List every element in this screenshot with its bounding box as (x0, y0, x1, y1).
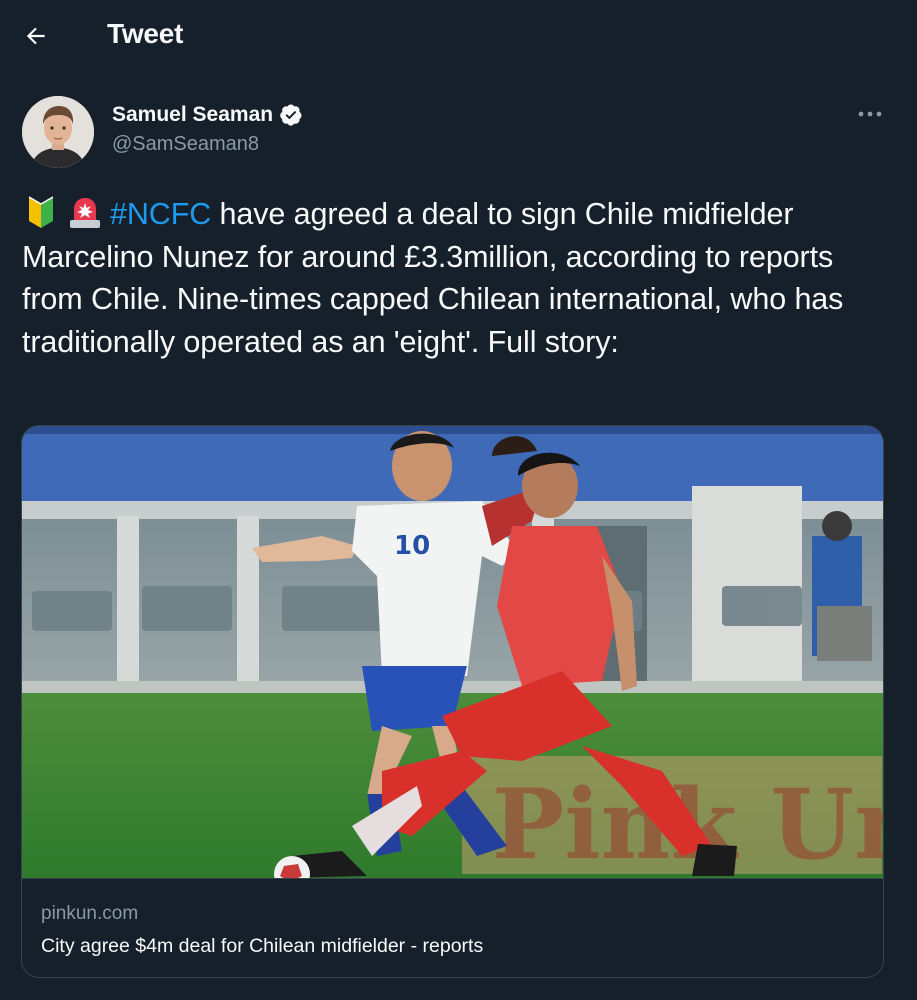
card-meta: pinkun.com City agree $4m deal for Chile… (22, 878, 883, 977)
tweet-text: #NCFC have agreed a deal to sign Chile m… (22, 193, 897, 363)
police-light-emoji (70, 198, 100, 228)
football-photo: Pink Un 10 (22, 426, 883, 878)
arrow-left-icon (26, 27, 45, 45)
tweet-page: Tweet Samuel Seaman @SamSeaman8 #NCFC ha… (0, 0, 917, 1000)
hashtag-link[interactable]: #NCFC (110, 197, 211, 231)
author-handle[interactable]: @SamSeaman8 (112, 133, 259, 156)
avatar-image (22, 96, 94, 168)
card-title[interactable]: City agree $4m deal for Chilean midfield… (41, 935, 483, 958)
display-name[interactable]: Samuel Seaman (112, 103, 273, 127)
page-title: Tweet (107, 18, 184, 49)
svg-text:10: 10 (394, 531, 430, 561)
more-options-button[interactable] (850, 96, 890, 132)
more-horizontal-icon (858, 111, 882, 117)
beginner-symbol-emoji (28, 196, 54, 228)
link-card[interactable]: Pink Un 10 (21, 425, 884, 978)
card-domain: pinkun.com (41, 903, 139, 924)
verified-badge-icon (280, 104, 302, 126)
card-image: Pink Un 10 (22, 426, 883, 878)
back-button[interactable] (18, 18, 54, 54)
author-name-row: Samuel Seaman (112, 100, 303, 130)
avatar[interactable] (22, 96, 94, 168)
page-header: Tweet (0, 0, 917, 70)
